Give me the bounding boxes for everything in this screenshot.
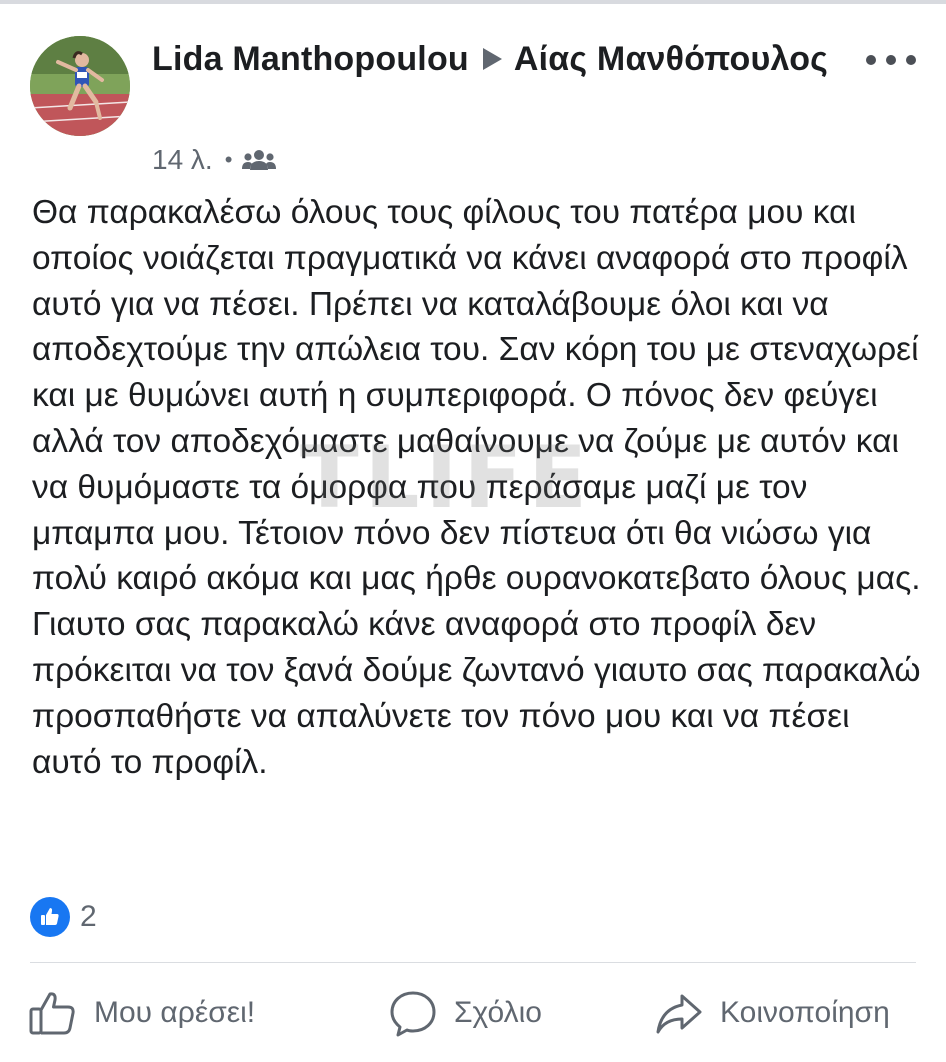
post-meta: 14 λ. •	[152, 140, 277, 180]
reaction-count: 2	[80, 900, 97, 933]
share-label: Κοινοποίηση	[720, 996, 890, 1029]
reactions-summary[interactable]: 2	[30, 896, 97, 938]
like-button[interactable]: Μου αρέσει!	[28, 988, 255, 1038]
comment-label: Σχόλιο	[454, 996, 542, 1029]
recipient-name[interactable]: Αίας Μανθόπουλος	[514, 40, 828, 78]
avatar-photo	[30, 36, 130, 136]
top-border	[0, 0, 946, 4]
watermark: TLIFE	[300, 428, 593, 528]
author-name[interactable]: Lida Manthopoulou	[152, 40, 469, 78]
share-icon	[656, 994, 702, 1034]
more-dot-icon	[906, 55, 916, 65]
like-label: Μου αρέσει!	[94, 996, 256, 1029]
divider	[30, 962, 916, 963]
share-button[interactable]: Κοινοποίηση	[654, 988, 890, 1038]
separator-dot: •	[224, 147, 233, 172]
thumbs-up-icon	[29, 992, 75, 1035]
post-header: Lida Manthopoulou Αίας Μανθόπουλος	[152, 34, 832, 84]
more-dot-icon	[866, 55, 876, 65]
post-timestamp[interactable]: 14 λ.	[152, 144, 213, 176]
friends-icon[interactable]	[242, 148, 277, 172]
arrow-right-icon	[482, 48, 502, 70]
comment-button[interactable]: Σχόλιο	[388, 988, 542, 1038]
more-options-button[interactable]	[866, 50, 916, 70]
comment-icon	[390, 991, 436, 1037]
avatar[interactable]	[30, 36, 130, 136]
more-dot-icon	[886, 55, 896, 65]
like-icon	[30, 897, 70, 937]
